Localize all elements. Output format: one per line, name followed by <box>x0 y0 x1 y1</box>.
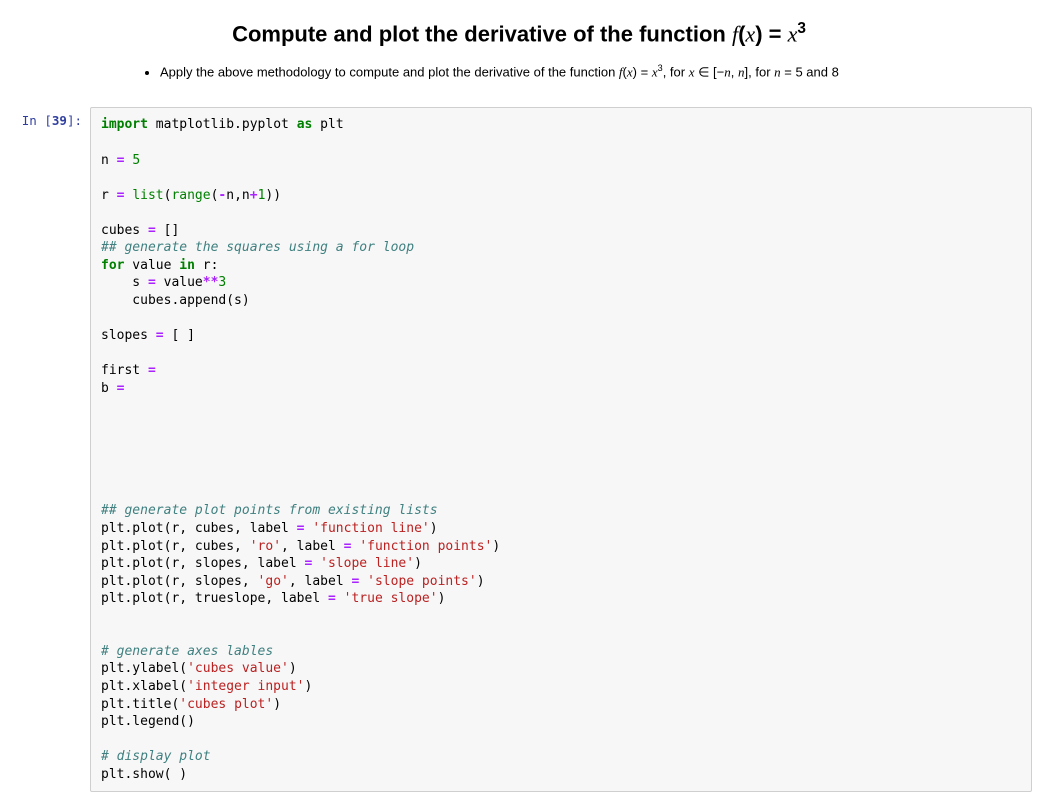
code-token <box>312 556 320 571</box>
code-token: , label <box>281 539 344 554</box>
code-token: 'cubes value' <box>187 661 289 676</box>
code-token: 'go' <box>258 574 289 589</box>
code-token: = <box>328 591 336 606</box>
code-token: plt.plot(r, trueslope, label <box>101 591 328 606</box>
bullet-for: , for <box>748 65 774 80</box>
heading-x: x <box>745 21 755 46</box>
heading-exp: 3 <box>797 20 806 37</box>
code-token <box>336 591 344 606</box>
heading-eq: = <box>763 21 788 46</box>
code-token: plt.title( <box>101 697 179 712</box>
code-token: list <box>132 188 163 203</box>
code-token: 5 <box>132 153 140 168</box>
code-token: s <box>101 275 148 290</box>
markdown-bullet-list: Apply the above methodology to compute a… <box>0 61 1038 83</box>
code-token: r <box>101 188 117 203</box>
code-token: = <box>297 521 305 536</box>
code-token: 'cubes plot' <box>179 697 273 712</box>
code-token: ) <box>289 661 297 676</box>
code-token: 'slope line' <box>320 556 414 571</box>
code-token: ) <box>438 591 446 606</box>
code-comment: # generate axes lables <box>101 644 273 659</box>
code-token: value <box>124 258 179 273</box>
code-input-area[interactable]: import matplotlib.pyplot as plt n = 5 r … <box>90 107 1032 792</box>
code-token <box>359 574 367 589</box>
code-comment: # display plot <box>101 749 211 764</box>
code-comment: ## generate the squares using a for loop <box>101 240 414 255</box>
code-token: plt.plot(r, slopes, <box>101 574 258 589</box>
code-token: in <box>179 258 195 273</box>
code-token: plt.plot(r, cubes, label <box>101 521 297 536</box>
code-token: plt.plot(r, slopes, label <box>101 556 305 571</box>
code-token: )) <box>265 188 281 203</box>
code-token: r: <box>195 258 218 273</box>
code-token: matplotlib.pyplot <box>148 117 297 132</box>
prompt-close: ]: <box>67 113 82 128</box>
code-token: as <box>297 117 313 132</box>
code-token: 'integer input' <box>187 679 304 694</box>
code-token: 'ro' <box>250 539 281 554</box>
code-token: 3 <box>218 275 226 290</box>
code-token: cubes <box>101 223 148 238</box>
prompt-number: 39 <box>52 113 67 128</box>
code-token: ** <box>203 275 219 290</box>
heading-prefix: Compute and plot the derivative of the f… <box>232 21 732 46</box>
code-token: ) <box>273 697 281 712</box>
code-comment: ## generate plot points from existing li… <box>101 503 438 518</box>
code-token: value <box>156 275 203 290</box>
bullet-eq: = <box>637 65 652 80</box>
bullet-lbr: [− <box>713 65 724 80</box>
code-token: = <box>156 328 164 343</box>
code-token: [ ] <box>164 328 203 343</box>
code-token: 'slope points' <box>367 574 477 589</box>
code-token: ) <box>477 574 485 589</box>
code-token: 'true slope' <box>344 591 438 606</box>
code-token: range <box>171 188 210 203</box>
code-token: ) <box>305 679 313 694</box>
bullet-mid: , for <box>663 65 689 80</box>
markdown-heading: Compute and plot the derivative of the f… <box>0 20 1038 47</box>
code-token: ) <box>414 556 422 571</box>
bullet-in: ∈ <box>694 65 713 80</box>
heading-rparen: ) <box>755 21 762 46</box>
code-token: for <box>101 258 124 273</box>
prompt-in: In [ <box>22 113 52 128</box>
code-token: cubes.append(s) <box>101 293 250 308</box>
code-token: plt.show( ) <box>101 767 187 782</box>
bullet-item: Apply the above methodology to compute a… <box>160 61 1038 83</box>
code-token: n <box>101 153 117 168</box>
code-token: = <box>148 223 156 238</box>
code-token: ) <box>492 539 500 554</box>
code-token: plt.xlabel( <box>101 679 187 694</box>
bullet-eq2: = <box>781 65 796 80</box>
code-token: = <box>148 275 156 290</box>
code-token <box>124 381 132 396</box>
notebook-container: Compute and plot the derivative of the f… <box>0 20 1038 792</box>
bullet-five-and-eight: 5 and 8 <box>795 65 838 80</box>
code-token: 'function points' <box>359 539 492 554</box>
code-token: plt <box>312 117 343 132</box>
bullet-comma: , <box>731 65 738 80</box>
input-prompt: In [39]: <box>0 107 90 128</box>
bullet-prefix: Apply the above methodology to compute a… <box>160 65 619 80</box>
code-token: b <box>101 381 117 396</box>
code-token: ) <box>430 521 438 536</box>
code-token: slopes <box>101 328 156 343</box>
code-token: import <box>101 117 148 132</box>
code-token: + <box>250 188 258 203</box>
code-token: n,n <box>226 188 249 203</box>
heading-xvar: x <box>788 21 798 46</box>
code-token: = <box>148 363 156 378</box>
code-token: plt.plot(r, cubes, <box>101 539 250 554</box>
code-token: plt.legend() <box>101 714 195 729</box>
code-token: 'function line' <box>312 521 429 536</box>
code-token: [] <box>156 223 179 238</box>
code-token: first <box>101 363 148 378</box>
code-token: , label <box>289 574 352 589</box>
code-token: plt.ylabel( <box>101 661 187 676</box>
code-cell[interactable]: In [39]: import matplotlib.pyplot as plt… <box>0 107 1038 792</box>
